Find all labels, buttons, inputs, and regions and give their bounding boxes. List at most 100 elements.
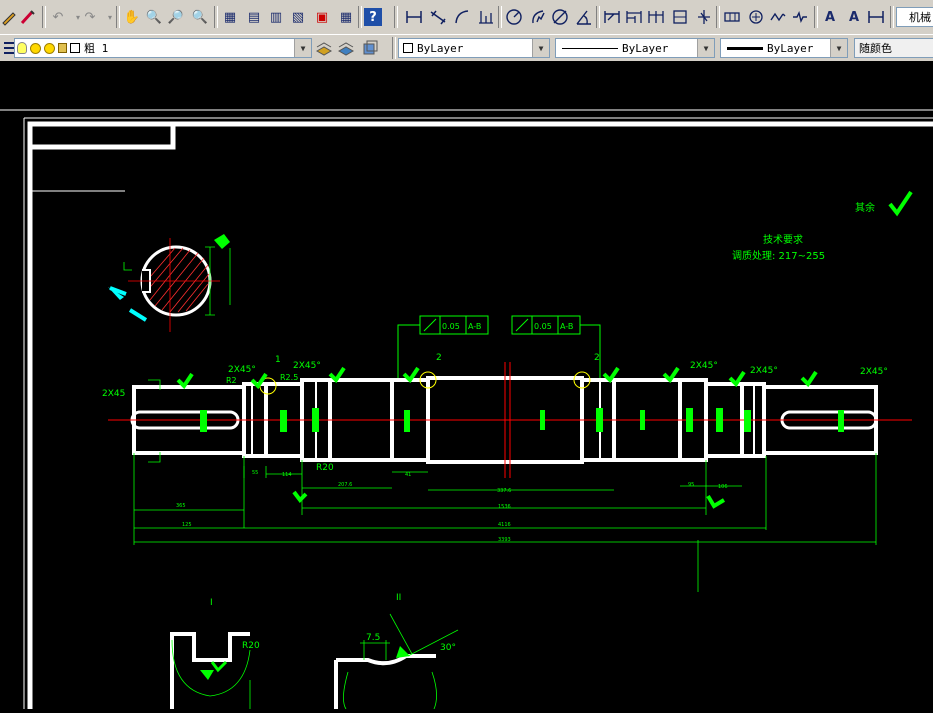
- linetype-select[interactable]: ByLayer ▼: [555, 38, 715, 58]
- layers-properties-toolbar: 粗 1 ▼ ByLayer ▼ ByLayer ▼ ByLayer ▼ 随颜色: [0, 34, 933, 62]
- jogged-dimension-icon[interactable]: [528, 6, 548, 28]
- plotstyle-select[interactable]: 随颜色: [854, 38, 933, 58]
- lineweight-select[interactable]: ByLayer ▼: [720, 38, 848, 58]
- jogged-linear-icon[interactable]: [790, 6, 810, 28]
- color-select[interactable]: ByLayer ▼: [398, 38, 550, 58]
- chamfer-label: 2X45°: [690, 361, 718, 371]
- lightbulb-icon: [17, 42, 27, 54]
- dim-text: 106: [718, 484, 728, 490]
- zoom-window-icon[interactable]: 🔎: [166, 6, 186, 28]
- dimension-edit-icon[interactable]: A: [820, 6, 840, 28]
- layer-select[interactable]: 粗 1 ▼: [14, 38, 312, 58]
- redo-icon[interactable]: ↷: [80, 6, 100, 28]
- roughness-symbol: [888, 190, 913, 217]
- diameter-dimension-icon[interactable]: [550, 6, 570, 28]
- standard-toolbar: ↶ ▾ ↷ ▾ ✋ 🔍 🔎 🔍 ▦ ▤ ▥ ▧ ▣ ▦ ? A A 机械: [0, 0, 933, 35]
- dim-text: 207.6: [338, 482, 352, 488]
- help-icon[interactable]: ?: [364, 8, 382, 26]
- toolbar-separator: [358, 6, 362, 28]
- zoom-previous-icon[interactable]: 🔍: [190, 6, 210, 28]
- tolerance-icon[interactable]: [722, 6, 742, 28]
- ordinate-dimension-icon[interactable]: [476, 6, 496, 28]
- detail-dim-label: 7.5: [366, 633, 380, 643]
- callout-number: 2: [436, 353, 442, 363]
- toolbar-separator: [814, 6, 818, 28]
- chevron-down-icon[interactable]: ▼: [532, 39, 549, 57]
- tool-palettes-icon[interactable]: ▥: [266, 6, 286, 28]
- aligned-dimension-icon[interactable]: [428, 6, 448, 28]
- roughness-note: 其余: [855, 201, 875, 214]
- detail-angle-label: 30°: [440, 643, 456, 653]
- toolbar-separator: [394, 6, 398, 28]
- linetype-value: ByLayer: [622, 41, 669, 55]
- inspection-icon[interactable]: [768, 6, 788, 28]
- dimension-break-icon[interactable]: [694, 6, 714, 28]
- chamfer-label: 2X45°: [860, 367, 888, 377]
- layer-previous-icon[interactable]: [336, 37, 356, 59]
- dimension-update-icon[interactable]: [866, 6, 886, 28]
- brush-icon[interactable]: [18, 6, 38, 28]
- viewport-freeze-icon: [44, 42, 55, 54]
- zoom-realtime-icon[interactable]: 🔍: [144, 6, 164, 28]
- dim-text: 4116: [498, 522, 511, 528]
- detail-view-1: R20: [170, 632, 260, 709]
- linear-dimension-icon[interactable]: [404, 6, 424, 28]
- chamfer-label: 2X45°: [750, 366, 778, 376]
- dim-text: 114: [282, 472, 292, 478]
- drawing-canvas[interactable]: 其余 技术要求 调质处理: 217~255 0.05 A-B 0.05 A-B …: [0, 61, 933, 710]
- chamfer-label: 2X45°: [293, 361, 321, 371]
- center-mark-icon[interactable]: [746, 6, 766, 28]
- linetype-preview: [562, 47, 618, 49]
- toolbar-separator: [214, 6, 218, 28]
- layer-name: 粗 1: [84, 42, 109, 55]
- callout-number: 2: [594, 353, 600, 363]
- section-label: I: [210, 598, 213, 608]
- dimension-text-edit-icon[interactable]: A: [844, 6, 864, 28]
- toolbar-separator: [116, 6, 120, 28]
- dim-text: 337.6: [497, 488, 511, 494]
- pan-icon[interactable]: ✋: [122, 6, 142, 28]
- detail-view-2: 7.5 30°: [334, 613, 459, 710]
- tolerance-value: 0.05: [534, 322, 552, 331]
- toolbar-separator: [716, 6, 720, 28]
- tolerance-frame-left: 0.05 A-B: [397, 315, 489, 380]
- radius-dimension-icon[interactable]: [504, 6, 524, 28]
- dim-text: 1536: [498, 504, 511, 510]
- detail-radius-label: R20: [242, 641, 260, 651]
- radius-label: R2.5: [280, 373, 298, 382]
- markup-icon[interactable]: ▣: [312, 6, 332, 28]
- dim-text: 125: [182, 522, 192, 528]
- undo-icon[interactable]: ↶: [48, 6, 68, 28]
- layer-states-icon[interactable]: [360, 37, 380, 59]
- chevron-down-icon[interactable]: ▼: [697, 39, 714, 57]
- calculator-icon[interactable]: ▦: [336, 6, 356, 28]
- sun-icon: [30, 42, 41, 54]
- chamfer-label: 2X45°: [228, 365, 256, 375]
- dim-style-value: 机械: [909, 11, 931, 24]
- lineweight-preview: [727, 46, 763, 50]
- baseline-dimension-icon[interactable]: [624, 6, 644, 28]
- continue-dimension-icon[interactable]: [646, 6, 666, 28]
- drawing-frame: [27, 121, 933, 709]
- tolerance-value: 0.05: [442, 322, 460, 331]
- design-center-icon[interactable]: ▤: [244, 6, 264, 28]
- dim-style-select[interactable]: 机械: [896, 7, 933, 27]
- plotstyle-value: 随颜色: [859, 42, 892, 55]
- chevron-down-icon[interactable]: ▼: [294, 39, 311, 57]
- tech-requirements-title: 技术要求: [763, 233, 803, 246]
- properties-icon[interactable]: ▦: [220, 6, 240, 28]
- angular-dimension-icon[interactable]: [574, 6, 594, 28]
- pencil-icon[interactable]: [0, 6, 20, 28]
- dim-text: 95: [688, 482, 694, 488]
- lineweight-value: ByLayer: [767, 41, 814, 55]
- dim-text: 41: [405, 472, 411, 478]
- make-current-layer-icon[interactable]: [314, 37, 334, 59]
- color-value: ByLayer: [417, 41, 464, 55]
- sheet-set-icon[interactable]: ▧: [288, 6, 308, 28]
- quick-dimension-icon[interactable]: [602, 6, 622, 28]
- arc-length-icon[interactable]: [452, 6, 472, 28]
- callout-number: 1: [275, 355, 281, 365]
- dimension-space-icon[interactable]: [670, 6, 690, 28]
- dim-text: 55: [252, 470, 258, 476]
- chevron-down-icon[interactable]: ▼: [830, 39, 847, 57]
